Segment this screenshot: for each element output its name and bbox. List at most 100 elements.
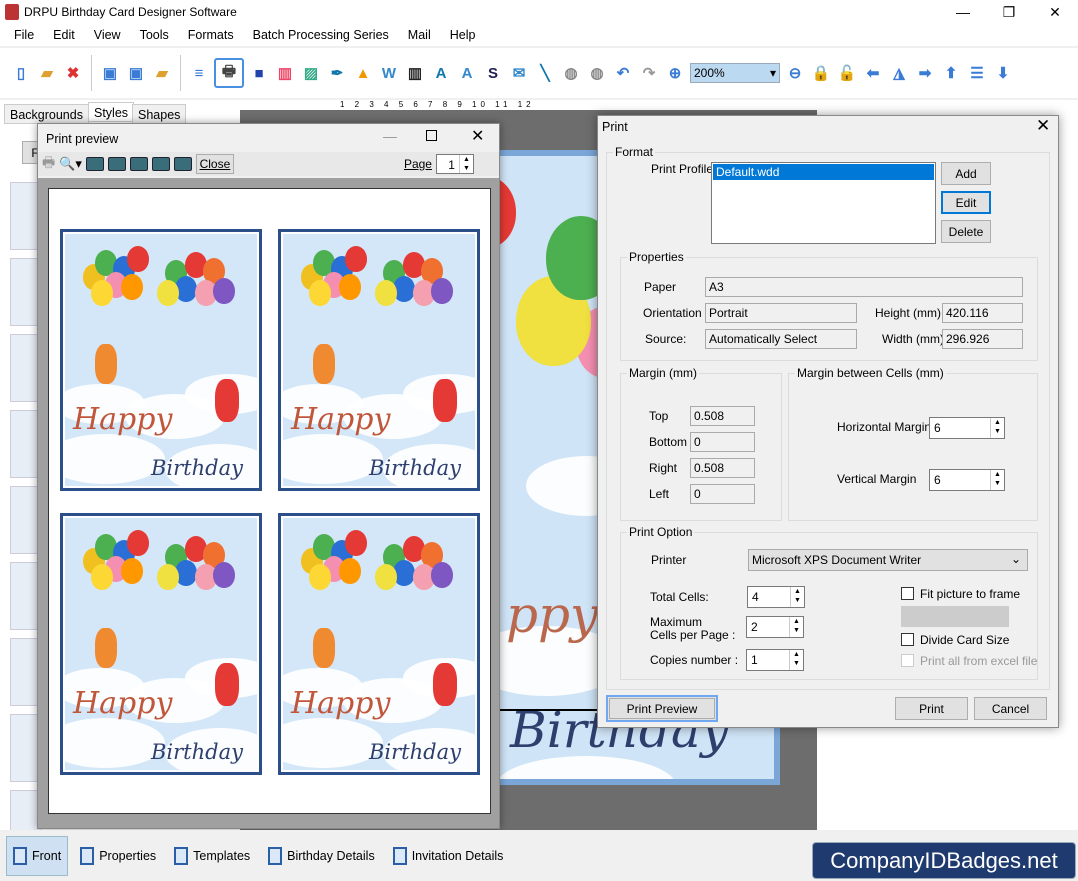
preview-maximize-button[interactable]	[426, 130, 437, 141]
print-preview-button[interactable]: Print Preview	[606, 695, 718, 722]
zoom-in-icon[interactable]: ⊕	[664, 62, 686, 84]
balloon	[127, 246, 149, 272]
tab-front[interactable]: Front	[6, 835, 69, 876]
three-pages-icon[interactable]	[129, 157, 148, 171]
profile-item-default[interactable]: Default.wdd	[713, 164, 934, 180]
unlock-icon[interactable]: 🔓	[836, 62, 858, 84]
undo-icon[interactable]: ↶	[612, 62, 634, 84]
print-profile-list[interactable]: Default.wdd	[711, 162, 936, 244]
arrow-right-icon[interactable]: ➡	[914, 62, 936, 84]
save-as-icon[interactable]: ▣	[125, 62, 147, 84]
tab-properties[interactable]: Properties	[74, 836, 162, 876]
copies-stepper[interactable]: 1 ▲ ▼	[746, 649, 804, 671]
spin[interactable]: ▲ ▼	[789, 617, 803, 637]
happy-text: Happy	[73, 402, 173, 437]
new-icon[interactable]: ▯	[10, 62, 32, 84]
zoom-out-icon[interactable]: ⊖	[784, 62, 806, 84]
preview-close-button[interactable]: Close	[195, 154, 234, 174]
spin[interactable]: ▲ ▼	[990, 470, 1004, 490]
horizontal-margin-stepper[interactable]: 6 ▲ ▼	[929, 417, 1005, 439]
wordart-icon[interactable]: W	[378, 62, 400, 84]
add-image-icon[interactable]: ▨	[300, 62, 322, 84]
page-spin[interactable]: ▲ ▼	[458, 155, 473, 173]
front-icon	[13, 846, 27, 865]
printer-select[interactable]: Microsoft XPS Document Writer ⌄	[748, 549, 1028, 571]
delete-button[interactable]: Delete	[941, 220, 991, 243]
text-icon[interactable]: A	[430, 62, 452, 84]
page-setup-icon[interactable]: ≡	[188, 62, 210, 84]
arrow-down-icon[interactable]: ⬇	[992, 62, 1014, 84]
close-file-icon[interactable]: ✖	[62, 62, 84, 84]
arrow-up-icon[interactable]: ⬆	[940, 62, 962, 84]
tab-birthday-details[interactable]: Birthday Details	[262, 836, 381, 876]
print-icon[interactable]: 🖶	[214, 58, 244, 88]
edit-button[interactable]: Edit	[941, 191, 991, 214]
menu-edit[interactable]: Edit	[53, 28, 75, 42]
height-label: Height (mm)	[875, 306, 942, 320]
two-pages-icon[interactable]	[107, 157, 126, 171]
total-cells-stepper[interactable]: 4 ▲ ▼	[747, 586, 805, 608]
line-icon[interactable]: ╲	[534, 62, 556, 84]
one-page-icon[interactable]	[85, 157, 104, 171]
right-margin-field[interactable]: 0.508	[690, 458, 755, 478]
zoom-select[interactable]: 200% ▾	[690, 63, 780, 83]
menu-view[interactable]: View	[94, 28, 121, 42]
preview-minimize-button[interactable]: —	[383, 128, 397, 144]
menu-batch[interactable]: Batch Processing Series	[253, 28, 389, 42]
align-icon[interactable]: ☰	[966, 62, 988, 84]
max-cells-value: 2	[751, 620, 758, 634]
export-icon[interactable]: ▰	[151, 62, 173, 84]
gift-icon[interactable]: ▥	[274, 62, 296, 84]
bottom-margin-field[interactable]: 0	[690, 432, 755, 452]
max-cells-stepper[interactable]: 2 ▲ ▼	[746, 616, 804, 638]
database2-icon[interactable]: ◍	[586, 62, 608, 84]
minimize-button[interactable]: —	[940, 0, 986, 24]
open-icon[interactable]: ▰	[36, 62, 58, 84]
background-icon[interactable]: ■	[248, 62, 270, 84]
zoom-icon[interactable]: 🔍▾	[59, 156, 82, 172]
menu-file[interactable]: File	[14, 28, 34, 42]
lock-icon[interactable]: 🔒	[810, 62, 832, 84]
six-pages-icon[interactable]	[173, 157, 192, 171]
divide-card-checkbox[interactable]	[901, 633, 914, 646]
top-margin-field[interactable]: 0.508	[690, 406, 755, 426]
tab-templates[interactable]: Templates	[168, 836, 256, 876]
arrow-left-icon[interactable]: ⬅	[862, 62, 884, 84]
tab-styles[interactable]: Styles	[88, 102, 135, 122]
tab-invitation-details[interactable]: Invitation Details	[387, 836, 510, 876]
database-icon[interactable]: ◍	[560, 62, 582, 84]
text-frame-icon[interactable]: A	[456, 62, 478, 84]
pen-icon[interactable]: ✒	[326, 62, 348, 84]
save-icon[interactable]: ▣	[99, 62, 121, 84]
cancel-button[interactable]: Cancel	[974, 697, 1047, 720]
add-button[interactable]: Add	[941, 162, 991, 185]
shapes-icon[interactable]: ▲	[352, 62, 374, 84]
cell-margin-group: Margin between Cells (mm)	[788, 366, 1038, 521]
dialog-close-icon[interactable]: ✕	[1036, 116, 1050, 136]
menu-tools[interactable]: Tools	[140, 28, 169, 42]
redo-icon[interactable]: ↷	[638, 62, 660, 84]
print-button[interactable]: Print	[895, 697, 968, 720]
maximize-button[interactable]: ❐	[986, 0, 1032, 24]
horizontal-margin-value: 6	[934, 421, 941, 435]
close-button[interactable]: ✕	[1032, 0, 1078, 24]
page-stepper[interactable]: 1 ▲ ▼	[435, 154, 474, 174]
left-margin-field[interactable]: 0	[690, 484, 755, 504]
tab-backgrounds[interactable]: Backgrounds	[4, 104, 89, 124]
barcode-icon[interactable]: ▥	[404, 62, 426, 84]
spin[interactable]: ▲ ▼	[790, 587, 804, 607]
four-pages-icon[interactable]	[151, 157, 170, 171]
flip-icon[interactable]: ◮	[888, 62, 910, 84]
mail-icon[interactable]: ✉	[508, 62, 530, 84]
menu-mail[interactable]: Mail	[408, 28, 431, 42]
vertical-margin-stepper[interactable]: 6 ▲ ▼	[929, 469, 1005, 491]
signature-icon[interactable]: S	[482, 62, 504, 84]
print-icon[interactable]: 🖶	[42, 152, 55, 176]
fit-picture-checkbox[interactable]	[901, 587, 914, 600]
spin[interactable]: ▲ ▼	[990, 418, 1004, 438]
tab-shapes[interactable]: Shapes	[132, 104, 187, 124]
spin[interactable]: ▲ ▼	[789, 650, 803, 670]
menu-formats[interactable]: Formats	[188, 28, 234, 42]
menu-help[interactable]: Help	[450, 28, 476, 42]
preview-close-icon[interactable]: ✕	[471, 126, 484, 146]
